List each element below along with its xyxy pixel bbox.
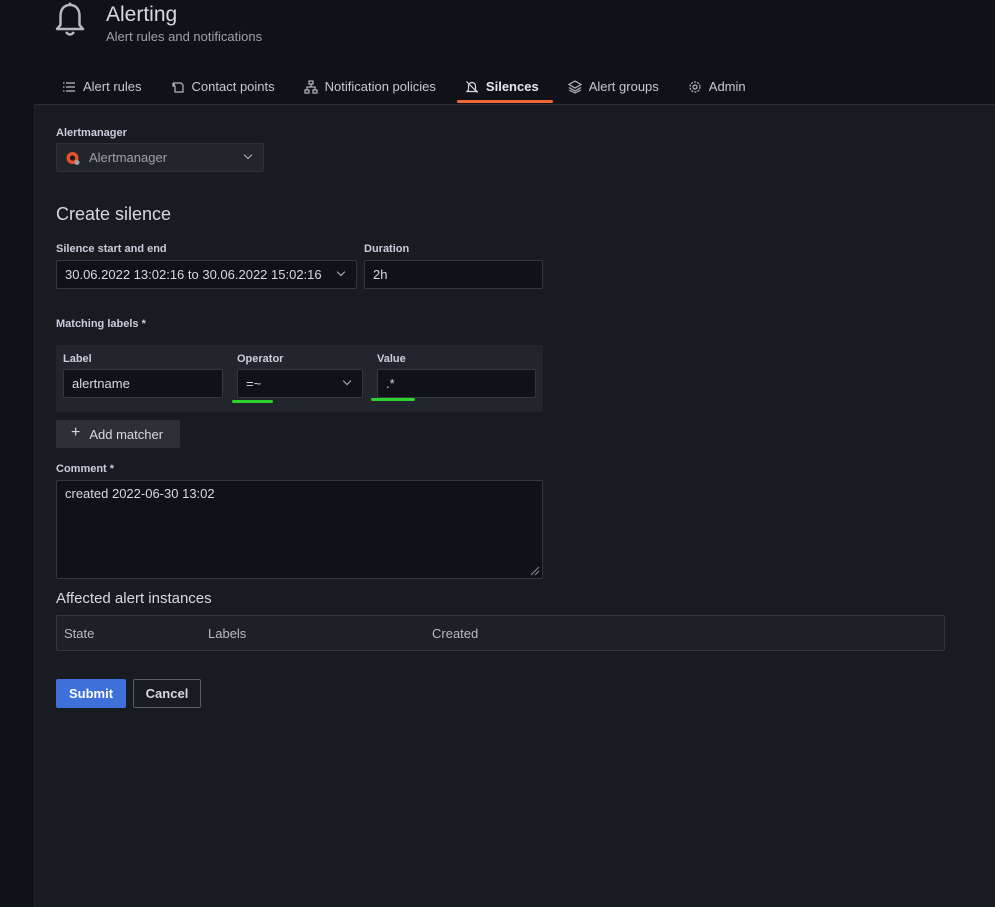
alertmanager-value: Alertmanager — [89, 150, 168, 165]
tab-label: Silences — [485, 79, 539, 94]
column-header-created: Created — [432, 626, 479, 641]
tab-alert-groups[interactable]: Alert groups — [567, 79, 659, 103]
tab-notification-policies[interactable]: Notification policies — [304, 79, 436, 103]
submit-button[interactable]: Submit — [56, 679, 126, 708]
column-header-state: State — [64, 626, 95, 641]
column-header-labels: Labels — [208, 626, 247, 641]
bell-slash-icon — [465, 81, 479, 93]
layers-icon — [567, 80, 582, 94]
chevron-down-icon — [245, 152, 253, 160]
sitemap-icon — [304, 80, 318, 94]
matcher-label-input[interactable]: alertname — [63, 369, 223, 398]
range-label: Silence start and end — [56, 243, 167, 255]
tab-alert-rules[interactable]: Alert rules — [62, 79, 142, 103]
matcher-value-input[interactable]: .* — [377, 369, 536, 398]
matcher-operator-header: Operator — [237, 353, 284, 365]
cancel-button[interactable]: Cancel — [133, 679, 201, 708]
page-title: Alerting — [106, 3, 178, 26]
comment-textarea[interactable]: created 2022-06-30 13:02 — [56, 480, 543, 579]
matching-labels-label: Matching labels * — [56, 318, 146, 330]
range-value: 30.06.2022 13:02:16 to 30.06.2022 15:02:… — [65, 267, 322, 282]
duration-value: 2h — [373, 267, 388, 282]
silence-range-picker[interactable]: 30.06.2022 13:02:16 to 30.06.2022 15:02:… — [56, 260, 357, 289]
duration-input[interactable]: 2h — [364, 260, 543, 289]
tab-label: Alert rules — [83, 79, 142, 94]
bell-icon — [55, 2, 85, 36]
matcher-operator-select[interactable]: =~ — [237, 369, 363, 398]
alertmanager-select[interactable]: Alertmanager — [56, 143, 264, 172]
alertmanager-logo-icon — [66, 151, 80, 165]
duration-label: Duration — [364, 243, 410, 255]
tab-silences[interactable]: Silences — [456, 79, 553, 103]
add-matcher-button[interactable]: + Add matcher — [56, 420, 180, 448]
alertmanager-label: Alertmanager — [56, 127, 127, 139]
affected-table-header: State Labels Created — [56, 615, 945, 651]
list-icon — [63, 82, 75, 92]
matcher-label-value: alertname — [72, 376, 130, 391]
chevron-down-icon — [344, 378, 352, 386]
tab-label: Contact points — [191, 79, 275, 94]
comment-label: Comment * — [56, 463, 115, 475]
value-highlight-mark — [371, 398, 415, 401]
tab-label: Alert groups — [588, 79, 659, 94]
matcher-value-header: Value — [377, 353, 406, 365]
tab-label: Admin — [708, 79, 746, 94]
active-tab-indicator — [456, 100, 553, 103]
matcher-label-header: Label — [63, 353, 92, 365]
form-heading: Create silence — [56, 204, 172, 224]
chevron-down-icon — [338, 269, 346, 277]
cog-icon — [689, 81, 701, 93]
add-matcher-label: Add matcher — [89, 426, 164, 442]
tab-admin[interactable]: Admin — [688, 79, 746, 103]
page-subtitle: Alert rules and notifications — [106, 29, 263, 44]
tab-label: Notification policies — [324, 79, 436, 94]
resize-handle-icon[interactable] — [530, 566, 540, 576]
operator-highlight-mark — [232, 400, 273, 403]
tab-contact-points[interactable]: Contact points — [171, 79, 275, 103]
matcher-operator-value: =~ — [246, 376, 262, 391]
matcher-value-value: .* — [386, 376, 395, 391]
contact-icon — [171, 82, 184, 93]
tab-bar: Alert rules Contact points Notification … — [62, 79, 746, 105]
plus-icon: + — [71, 424, 81, 441]
comment-value: created 2022-06-30 13:02 — [65, 486, 215, 501]
affected-heading: Affected alert instances — [56, 590, 212, 607]
